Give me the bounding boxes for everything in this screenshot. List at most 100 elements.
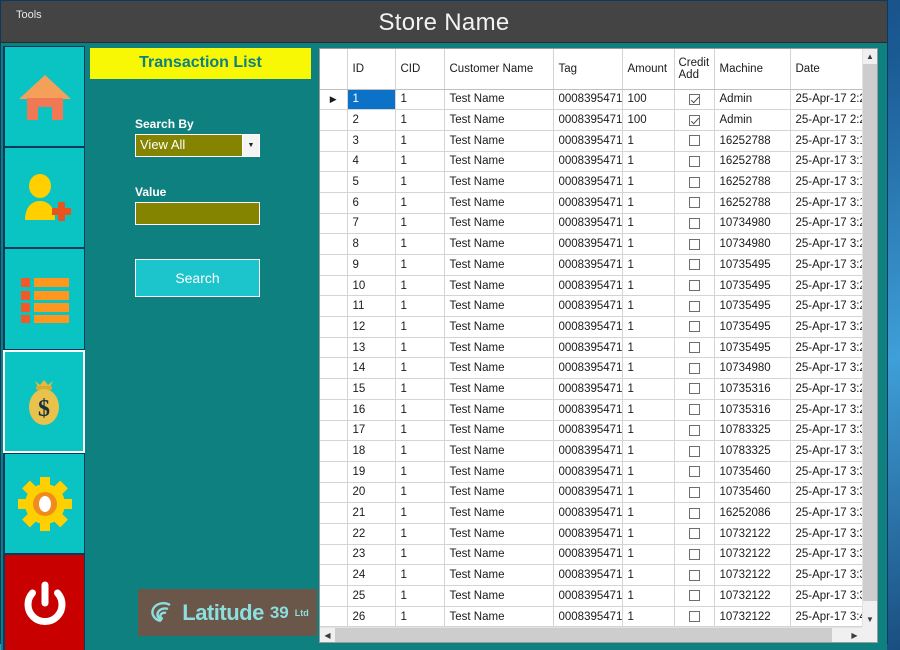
cell-amount[interactable]: 1 — [622, 151, 675, 173]
cell-machine[interactable]: 10735495 — [714, 275, 791, 297]
cell-cid[interactable]: 1 — [395, 275, 445, 297]
cell-id[interactable]: 13 — [347, 337, 396, 359]
table-row[interactable]: ▶ 1 1 Test Name 0008395471 100 Admin 25-Apr-17 … — [320, 89, 862, 111]
cell-amount[interactable]: 1 — [622, 130, 675, 152]
cell-cid[interactable]: 1 — [395, 213, 445, 235]
cell-tag[interactable]: 0008395471 — [553, 461, 623, 483]
cell-tag[interactable]: 0008395471 — [553, 399, 623, 421]
row-marker-cell[interactable]: ▶ — [320, 89, 348, 111]
cell-cid[interactable]: 1 — [395, 502, 445, 524]
cell-tag[interactable]: 0008395471 — [553, 564, 623, 586]
checkbox-unchecked-icon[interactable] — [688, 466, 700, 478]
cell-date[interactable]: 25-Apr-17 3:38:09 .. — [790, 523, 862, 545]
cell-tag[interactable]: 0008395471 — [553, 130, 623, 152]
cell-credit-add[interactable] — [674, 254, 715, 276]
cell-customer-name[interactable]: Test Name — [444, 420, 554, 442]
checkbox-checked-icon[interactable] — [688, 114, 700, 126]
cell-date[interactable]: 25-Apr-17 3:29:41 .. — [790, 378, 862, 400]
cell-customer-name[interactable]: Test Name — [444, 378, 554, 400]
cell-credit-add[interactable] — [674, 585, 715, 607]
cell-date[interactable]: 25-Apr-17 3:11:08 .. — [790, 151, 862, 173]
cell-machine[interactable]: 10735495 — [714, 254, 791, 276]
cell-date[interactable]: 25-Apr-17 3:41:51 .. — [790, 606, 862, 628]
column-header-amount[interactable]: Amount — [622, 49, 675, 90]
table-row[interactable]: 9 1 Test Name 0008395471 1 10735495 25-Apr-17 … — [320, 254, 862, 276]
column-header-credit-add[interactable]: Credit Add — [674, 49, 715, 90]
cell-amount[interactable]: 1 — [622, 171, 675, 193]
table-row[interactable]: 24 1 Test Name 0008395471 1 10732122 25-Apr-17… — [320, 564, 862, 586]
checkbox-unchecked-icon[interactable] — [688, 507, 700, 519]
cell-tag[interactable]: 0008395471 — [553, 440, 623, 462]
cell-tag[interactable]: 0008395471 — [553, 357, 623, 380]
cell-id[interactable]: 17 — [347, 420, 396, 442]
cell-credit-add[interactable] — [674, 316, 715, 338]
cell-credit-add[interactable] — [674, 564, 715, 586]
cell-cid[interactable]: 1 — [395, 378, 445, 400]
cell-amount[interactable]: 1 — [622, 482, 675, 504]
cell-id[interactable]: 24 — [347, 564, 396, 586]
cell-machine[interactable]: 10735460 — [714, 461, 791, 483]
cell-cid[interactable]: 1 — [395, 606, 445, 628]
cell-amount[interactable]: 1 — [622, 337, 675, 359]
cell-id[interactable]: 14 — [347, 357, 396, 380]
cell-customer-name[interactable]: Test Name — [444, 151, 554, 173]
cell-date[interactable]: 25-Apr-17 3:23:08 .. — [790, 254, 862, 276]
row-marker-cell[interactable] — [320, 502, 348, 524]
row-marker-cell[interactable] — [320, 213, 348, 235]
cell-credit-add[interactable] — [674, 606, 715, 628]
cell-tag[interactable]: 0008395471 — [553, 502, 623, 524]
cell-credit-add[interactable] — [674, 378, 715, 400]
cell-customer-name[interactable]: Test Name — [444, 213, 554, 235]
checkbox-unchecked-icon[interactable] — [688, 280, 700, 291]
cell-customer-name[interactable]: Test Name — [444, 109, 554, 131]
cell-machine[interactable]: 10735316 — [714, 399, 791, 421]
cell-customer-name[interactable]: Test Name — [444, 192, 554, 214]
column-header-id[interactable]: ID — [347, 49, 396, 90]
cell-amount[interactable]: 1 — [622, 378, 675, 400]
cell-tag[interactable]: 0008395471 — [553, 295, 623, 318]
cell-amount[interactable]: 1 — [622, 544, 675, 566]
cell-amount[interactable]: 1 — [622, 523, 675, 545]
checkbox-unchecked-icon[interactable] — [688, 445, 700, 457]
cell-tag[interactable]: 0008395471 — [553, 337, 623, 359]
cell-date[interactable]: 25-Apr-17 3:28:10 .. — [790, 357, 862, 380]
cell-tag[interactable]: 0008395471 — [553, 192, 623, 214]
cell-machine[interactable]: 10734980 — [714, 357, 791, 380]
cell-tag[interactable]: 0008395471 — [553, 171, 623, 193]
cell-customer-name[interactable]: Test Name — [444, 130, 554, 152]
row-marker-cell[interactable] — [320, 254, 348, 276]
row-marker-cell[interactable] — [320, 337, 348, 359]
cell-date[interactable]: 25-Apr-17 2:21:03 .. — [790, 89, 862, 111]
table-row[interactable]: 23 1 Test Name 0008395471 1 10732122 25-Apr-17… — [320, 544, 862, 566]
cell-id[interactable]: 23 — [347, 544, 396, 566]
cell-tag[interactable]: 0008395471 — [553, 233, 623, 255]
row-marker-cell[interactable] — [320, 420, 348, 442]
row-marker-cell[interactable] — [320, 378, 348, 400]
column-header-date[interactable]: Date — [790, 49, 862, 90]
cell-machine[interactable]: 10735495 — [714, 295, 791, 318]
cell-id[interactable]: 16 — [347, 399, 396, 421]
column-header-machine[interactable]: Machine — [714, 49, 791, 90]
cell-tag[interactable]: 0008395471 — [553, 378, 623, 400]
vertical-scroll-thumb[interactable] — [863, 64, 877, 602]
cell-date[interactable]: 25-Apr-17 2:21:21 .. — [790, 109, 862, 131]
cell-tag[interactable]: 0008395471 — [553, 523, 623, 545]
cell-customer-name[interactable]: Test Name — [444, 275, 554, 297]
row-marker-cell[interactable] — [320, 606, 348, 628]
value-input[interactable] — [135, 202, 260, 225]
cell-customer-name[interactable]: Test Name — [444, 440, 554, 462]
table-row[interactable]: 14 1 Test Name 0008395471 1 10734980 25-Apr-17… — [320, 357, 862, 380]
cell-tag[interactable]: 0008395471 — [553, 275, 623, 297]
row-marker-cell[interactable] — [320, 151, 348, 173]
cell-date[interactable]: 25-Apr-17 3:31:59 .. — [790, 440, 862, 462]
checkbox-unchecked-icon[interactable] — [688, 590, 700, 602]
cell-id[interactable]: 11 — [347, 295, 396, 318]
column-header-customer-name[interactable]: Customer Name — [444, 49, 554, 90]
search-button[interactable]: Search — [135, 259, 260, 297]
cell-credit-add[interactable] — [674, 420, 715, 442]
cell-credit-add[interactable] — [674, 109, 715, 131]
cell-id[interactable]: 18 — [347, 440, 396, 462]
table-row[interactable]: 20 1 Test Name 0008395471 1 10735460 25-Apr-17… — [320, 482, 862, 504]
cell-credit-add[interactable] — [674, 523, 715, 545]
scroll-up-icon[interactable]: ▲ — [863, 49, 877, 64]
